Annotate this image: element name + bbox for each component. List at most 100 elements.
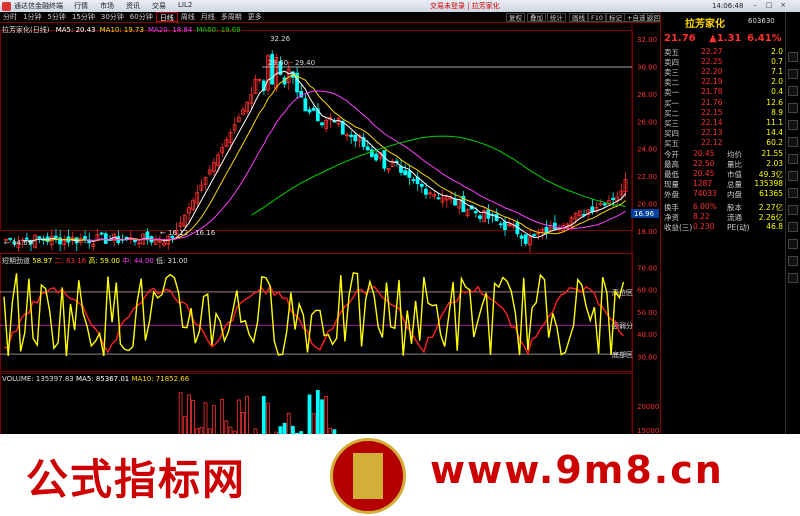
toolbar-button-4[interactable]: F10 [588,13,607,22]
period-tab-8[interactable]: 月线 [198,12,218,22]
candle-body [611,197,615,201]
stock-alert[interactable]: 拉芳家化 [472,2,500,10]
login-status[interactable]: 交易未登录 [430,2,465,10]
candle-body [523,234,528,244]
candle-body [353,134,358,142]
quote-stock-code: 603630 [748,17,775,25]
row-value-a: 22.25 [701,57,723,66]
menu-item-1[interactable]: 市场 [100,1,114,11]
side-tool-icon[interactable] [788,205,798,215]
main-y-tick: 20.00 [637,201,657,209]
stat-a: 外盘 [664,190,679,199]
side-tool-icon[interactable] [788,154,798,164]
indicator-info-bar: 短期劲道 58.97 二: 63.16 高: 59.00 中: 44.00 低:… [2,256,188,266]
candle-body [349,134,353,137]
stat-av: 8.22 [693,212,710,221]
period-tab-7[interactable]: 周线 [178,12,198,22]
period-tab-3[interactable]: 15分钟 [69,12,98,22]
candle-body [544,226,549,233]
menu-item-3[interactable]: 交易 [152,1,166,11]
main-y-tick: 32.00 [637,36,657,44]
minimize-icon[interactable]: – [750,1,760,10]
row-value-b: 12.6 [766,98,783,107]
period-tab-10[interactable]: 更多 [245,12,265,22]
main-y-tick: 24.00 [637,146,657,154]
indicator-title: 短期劲道 [2,257,30,265]
sell-row-3[interactable]: 卖二 22.19 2.0 [661,77,786,87]
side-tool-icon[interactable] [788,273,798,283]
row-value-b: 7.1 [771,67,783,76]
buy-row-2[interactable]: 买三 22.14 11.1 [661,118,786,128]
period-tab-2[interactable]: 5分钟 [44,12,68,22]
toolbar-button-0[interactable]: 复权 [506,13,525,22]
toolbar-button-3[interactable]: 画线 [569,13,588,22]
indicator-y-tick: 60.00 [637,287,657,295]
candle-body [53,235,58,238]
side-tool-icon[interactable] [788,239,798,249]
stat-row-4: 外盘 74033 内盘 61365 [661,189,786,199]
banner-emblem [330,438,406,514]
stat-bv: 61365 [759,189,783,198]
row-value-b: 0.7 [771,57,783,66]
watermark-banner: 公式指标网 www.9m8.cn [0,434,800,516]
row-label: 卖一 [664,88,679,97]
candle-body [494,213,499,222]
period-tab-9[interactable]: 多周期 [218,12,245,22]
sell-row-0[interactable]: 卖五 22.27 2.0 [661,47,786,57]
side-tool-icon[interactable] [788,188,798,198]
toolbar-button-1[interactable]: 叠加 [527,13,546,22]
buy-row-4[interactable]: 买五 22.12 60.2 [661,138,786,148]
indicator-pane-frame [0,253,633,372]
sell-row-1[interactable]: 卖四 22.25 0.7 [661,57,786,67]
stat-av: 74033 [693,189,717,198]
stat-bv: 135398 [754,179,783,188]
app-logo-icon [2,1,11,11]
close-icon[interactable]: × [778,1,788,10]
main-y-tick: 18.00 [637,228,657,236]
period-tab-5[interactable]: 60分钟 [127,12,156,22]
row-value-b: 60.2 [766,138,783,147]
period-tab-1[interactable]: 1分钟 [20,12,44,22]
maximize-icon[interactable]: □ [764,1,774,10]
window-titlebar: 通达信金融终端 行情 市场 资讯 交易 LIL2 交易未登录 | 拉芳家化 14:06:… [0,0,800,12]
main-y-tick: 28.00 [637,91,657,99]
row-value-b: 8.9 [771,108,783,117]
side-tool-icon[interactable] [788,137,798,147]
sell-row-4[interactable]: 卖一 21.78 0.4 [661,87,786,97]
ma-legend-1: MA10: 19.73 [99,26,144,34]
candle-body [99,232,104,235]
candle-body [503,221,507,231]
side-tool-icon[interactable] [788,86,798,96]
side-tool-icon[interactable] [788,256,798,266]
toolbar-button-5[interactable]: 标记 [606,13,625,22]
stat-av: 0.230 [693,222,715,231]
side-tool-icon[interactable] [788,69,798,79]
buy-row-3[interactable]: 买四 22.13 14.4 [661,128,786,138]
quote-stock-name: 拉芳家化 [685,19,725,30]
menu-item-4[interactable]: LIL2 [178,1,192,11]
buy-row-1[interactable]: 买二 22.15 8.9 [661,108,786,118]
menu-item-0[interactable]: 行情 [74,1,88,11]
stat-av: 1287 [693,179,713,188]
candle-body [419,183,424,187]
period-tab-0[interactable]: 分时 [0,12,20,22]
toolbar-button-2[interactable]: 统计 [547,13,566,22]
candle-body [124,236,129,240]
period-tab-6[interactable]: 日线 [155,12,178,22]
side-tool-icon[interactable] [788,103,798,113]
candle-body [602,203,607,206]
volume-y-tick: 20000 [637,403,659,411]
candle-body [303,98,308,112]
side-tool-icon[interactable] [788,52,798,62]
period-tab-4[interactable]: 30分钟 [98,12,127,22]
side-tool-icon[interactable] [788,120,798,130]
sell-row-2[interactable]: 卖三 22.20 7.1 [661,67,786,77]
candle-body [519,235,524,239]
side-tool-icon[interactable] [788,171,798,181]
candle-body [37,236,42,239]
stat-a: 收益(三) [664,223,693,232]
menu-item-2[interactable]: 资讯 [126,1,140,11]
side-tool-icon[interactable] [788,222,798,232]
buy-row-0[interactable]: 买一 21.76 12.6 [661,98,786,108]
indicator-line1: 58.97 [32,257,53,265]
